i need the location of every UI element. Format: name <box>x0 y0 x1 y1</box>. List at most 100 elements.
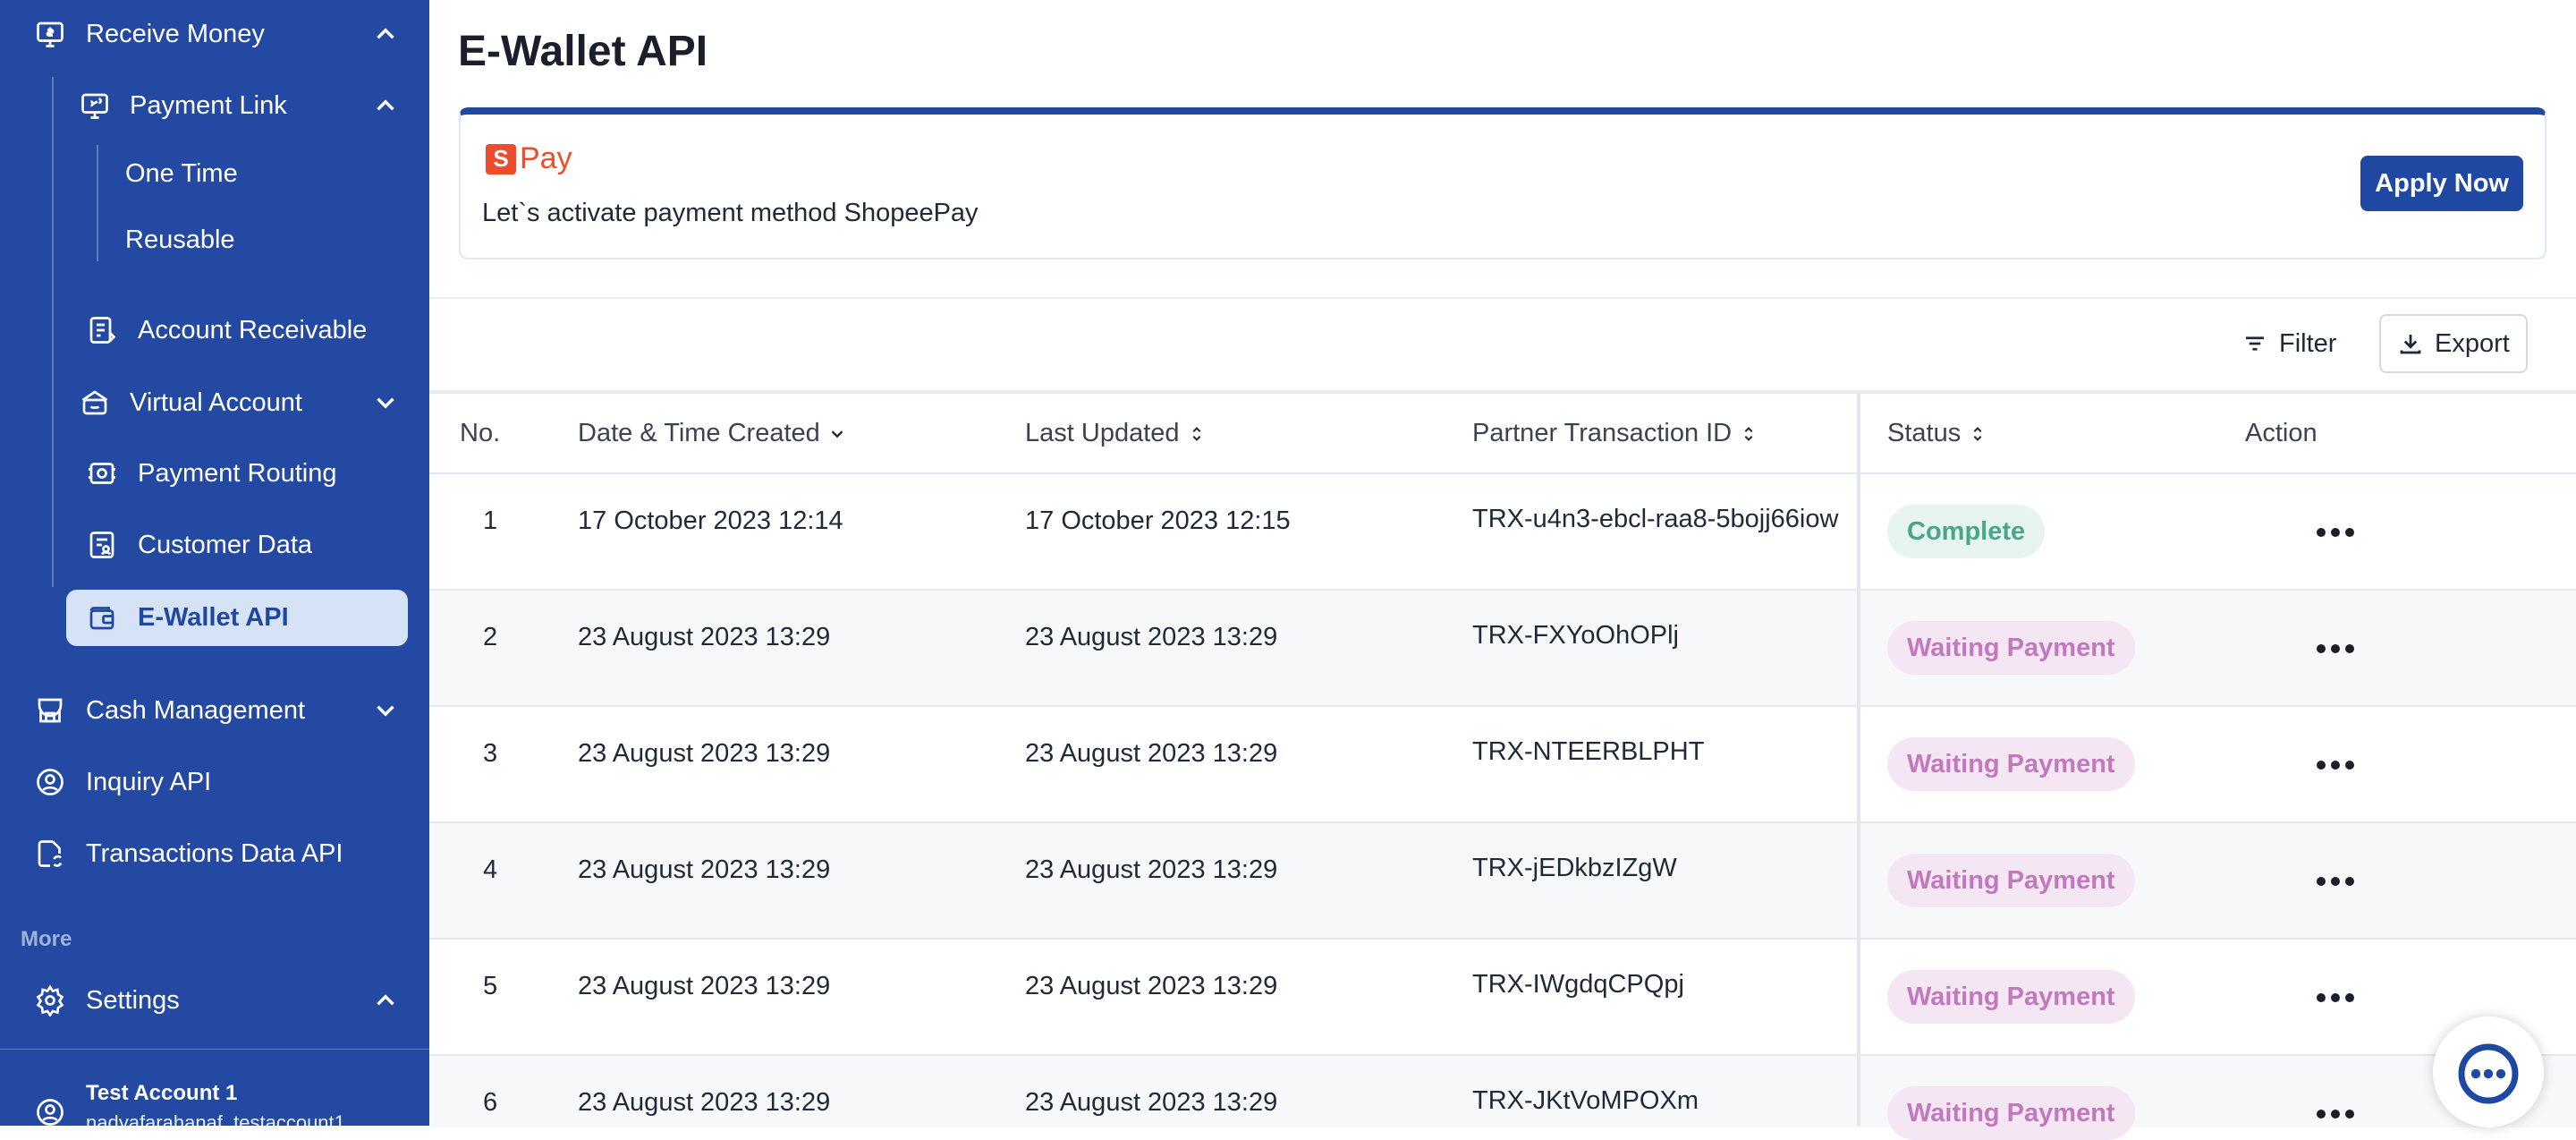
more-horizontal-icon <box>2317 877 2354 886</box>
cell-partner-id: TRX-JKtVoMPOXm <box>1472 1086 1699 1115</box>
sidebar-item-label: Payment Routing <box>138 458 337 488</box>
cell-no: 4 <box>483 855 498 884</box>
export-button[interactable]: Export <box>2379 314 2528 373</box>
account-email: nadyafarahanaf_testaccount1 <box>86 1111 345 1126</box>
bank-icon <box>79 387 111 419</box>
sidebar-item-one-time[interactable]: One Time <box>0 145 429 202</box>
chevron-up-icon[interactable] <box>370 985 401 1016</box>
cell-created: 23 August 2023 13:29 <box>578 972 831 1000</box>
status-badge: Waiting Payment <box>1887 854 2135 907</box>
cell-updated: 23 August 2023 13:29 <box>1025 1088 1278 1117</box>
col-header-created[interactable]: Date & Time Created <box>578 419 847 448</box>
filter-icon <box>2246 336 2264 351</box>
more-horizontal-icon <box>2317 644 2354 653</box>
cell-no: 2 <box>483 623 498 651</box>
sort-icon <box>1973 426 1982 441</box>
col-header-status[interactable]: Status <box>1887 419 1987 448</box>
status-badge: Complete <box>1887 505 2046 558</box>
chevron-down-icon[interactable] <box>370 695 401 726</box>
chevron-up-icon[interactable] <box>370 90 401 121</box>
sidebar-item-label: Reusable <box>125 225 235 254</box>
chat-icon <box>2458 1043 2519 1104</box>
cell-updated: 23 August 2023 13:29 <box>1025 855 1278 884</box>
sidebar-item-reusable[interactable]: Reusable <box>0 211 429 268</box>
divider <box>429 297 2576 299</box>
chevron-down-icon[interactable] <box>370 387 401 418</box>
cell-no: 5 <box>483 972 498 1000</box>
more-horizontal-icon <box>2317 1110 2354 1119</box>
sidebar-item-receive-money[interactable]: Receive Money <box>0 5 429 63</box>
partner-id-column: TRX-u4n3-ebcl-raa8-5bojj66iow TRX-FXYoOh… <box>1436 483 1857 1126</box>
status-badge: Waiting Payment <box>1887 621 2135 675</box>
col-header-updated[interactable]: Last Updated <box>1025 419 1207 448</box>
row-actions-button[interactable] <box>2313 1101 2358 1127</box>
cell-created: 17 October 2023 12:14 <box>578 506 843 535</box>
cell-partner-id: TRX-jEDkbzIZgW <box>1472 854 1677 882</box>
avatar-icon <box>34 1096 66 1126</box>
col-header-no: No. <box>460 419 500 448</box>
sidebar-item-customer-data[interactable]: Customer Data <box>0 516 429 574</box>
cell-created: 23 August 2023 13:29 <box>578 739 831 768</box>
routing-icon <box>86 457 118 489</box>
sidebar-item-label: Virtual Account <box>130 387 302 417</box>
sidebar: Receive Money Payment Link One Time Reus… <box>0 0 429 1126</box>
sidebar-item-settings[interactable]: Settings <box>0 972 429 1029</box>
sort-icon <box>1744 426 1753 441</box>
cell-no: 6 <box>483 1088 498 1117</box>
cell-updated: 23 August 2023 13:29 <box>1025 623 1278 651</box>
sidebar-item-cash-management[interactable]: Cash Management <box>0 682 429 739</box>
more-horizontal-icon <box>2317 993 2354 1002</box>
sidebar-item-payment-routing[interactable]: Payment Routing <box>0 445 429 502</box>
sidebar-item-label: One Time <box>125 158 238 188</box>
sidebar-item-label: Inquiry API <box>86 767 212 796</box>
file-sync-icon <box>34 838 66 870</box>
sidebar-item-account-receivable[interactable]: Account Receivable <box>0 302 429 359</box>
col-header-label: Date & Time Created <box>578 419 820 447</box>
sidebar-item-inquiry-api[interactable]: Inquiry API <box>0 753 429 811</box>
col-header-label: Last Updated <box>1025 419 1180 447</box>
sidebar-item-label: Customer Data <box>138 530 313 559</box>
status-badge: Waiting Payment <box>1887 970 2135 1024</box>
store-icon <box>34 694 66 727</box>
more-horizontal-icon <box>2317 761 2354 770</box>
monitor-money-icon <box>34 18 66 50</box>
cell-partner-id: TRX-NTEERBLPHT <box>1472 737 1705 766</box>
sidebar-item-payment-link[interactable]: Payment Link <box>0 77 429 134</box>
sticky-column-divider <box>1857 394 1860 1126</box>
col-header-label: Status <box>1887 419 1962 447</box>
row-actions-button[interactable] <box>2313 519 2358 546</box>
row-actions-button[interactable] <box>2313 868 2358 895</box>
shopeepay-activation-banner: S Pay Let`s activate payment method Shop… <box>459 107 2546 259</box>
sidebar-item-label: Settings <box>86 985 180 1015</box>
col-header-label: No. <box>460 419 501 447</box>
sidebar-item-label: Account Receivable <box>138 315 368 345</box>
cell-created: 23 August 2023 13:29 <box>578 623 831 651</box>
col-header-action: Action <box>2245 419 2318 448</box>
section-label-more: More <box>21 927 72 951</box>
apply-now-button[interactable]: Apply Now <box>2360 156 2523 211</box>
sidebar-item-label: Payment Link <box>130 90 287 120</box>
row-actions-button[interactable] <box>2313 635 2358 662</box>
sidebar-item-label: Transactions Data API <box>86 838 343 868</box>
sort-icon <box>1192 426 1200 441</box>
sidebar-item-virtual-account[interactable]: Virtual Account <box>0 374 429 431</box>
sort-desc-icon <box>831 430 843 438</box>
download-icon <box>2400 335 2421 354</box>
filter-button[interactable]: Filter <box>2241 314 2336 373</box>
cell-partner-id: TRX-FXYoOhOPlj <box>1472 621 1679 650</box>
sidebar-item-ewallet-api[interactable]: E-Wallet API <box>0 589 429 646</box>
cell-no: 1 <box>483 506 498 535</box>
sidebar-item-label: E-Wallet API <box>138 602 289 632</box>
document-icon <box>86 314 118 346</box>
row-actions-button[interactable] <box>2313 752 2358 778</box>
user-circle-icon <box>34 766 66 798</box>
sidebar-item-transactions-data-api[interactable]: Transactions Data API <box>0 825 429 882</box>
more-horizontal-icon <box>2317 528 2354 537</box>
cell-updated: 23 August 2023 13:29 <box>1025 739 1278 768</box>
col-header-partner-id[interactable]: Partner Transaction ID <box>1472 419 1758 448</box>
col-header-label: Partner Transaction ID <box>1472 419 1733 447</box>
shopeepay-wordmark: Pay <box>520 141 572 175</box>
chevron-up-icon[interactable] <box>370 19 401 49</box>
row-actions-button[interactable] <box>2313 984 2358 1011</box>
chat-button[interactable] <box>2433 1017 2544 1127</box>
